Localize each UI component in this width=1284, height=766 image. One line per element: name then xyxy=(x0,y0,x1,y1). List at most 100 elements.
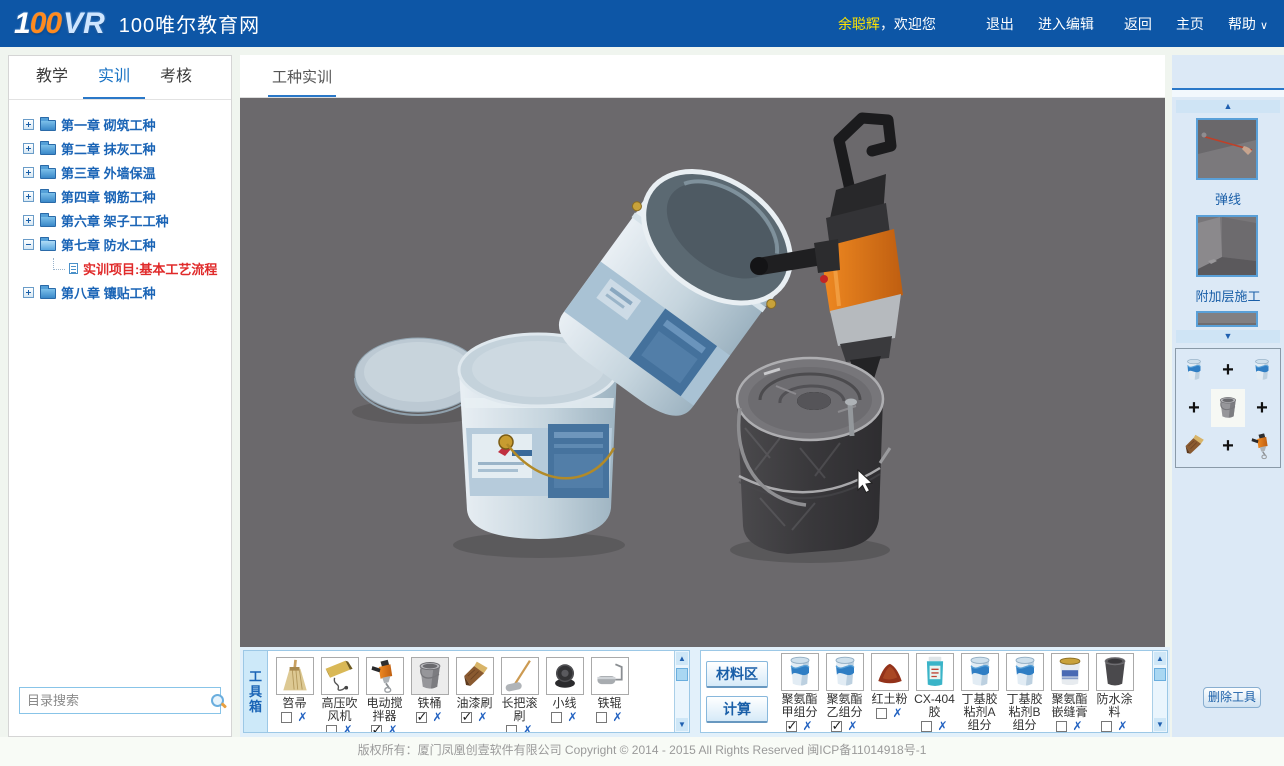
tree-item-chapter2[interactable]: 第二章 抹灰工种 xyxy=(23,136,231,160)
mixer-icon[interactable] xyxy=(366,657,404,695)
tree-item-training-project[interactable]: 实训项目:基本工艺流程 xyxy=(23,256,231,280)
search-icon[interactable] xyxy=(210,693,226,709)
broom-icon[interactable] xyxy=(276,657,314,695)
tool-item-blower: 高压吹风机 ✗ xyxy=(317,653,362,732)
blue-bucket-icon[interactable] xyxy=(1006,653,1044,691)
expand-icon[interactable] xyxy=(23,287,34,298)
remove-icon[interactable]: ✗ xyxy=(432,712,442,723)
scroll-up-arrow[interactable]: ▲ xyxy=(676,652,688,665)
expand-icon[interactable] xyxy=(23,191,34,202)
dark-bucket-icon[interactable] xyxy=(1096,653,1134,691)
steps-up-arrow[interactable]: ▲ xyxy=(1176,100,1280,113)
remove-icon[interactable]: ✗ xyxy=(612,712,622,723)
tree-item-chapter4[interactable]: 第四章 钢筋工种 xyxy=(23,184,231,208)
scroll-thumb[interactable] xyxy=(1154,668,1166,681)
remove-icon[interactable]: ✗ xyxy=(892,708,902,719)
tab-teaching[interactable]: 教学 xyxy=(21,56,83,99)
recipe-bucket-b-icon xyxy=(1245,351,1279,389)
iron-roller-icon[interactable] xyxy=(591,657,629,695)
blue-bucket-icon[interactable] xyxy=(781,653,819,691)
expand-icon[interactable] xyxy=(23,143,34,154)
blue-bucket-icon[interactable] xyxy=(961,653,999,691)
scroll-up-arrow[interactable]: ▲ xyxy=(1154,652,1166,665)
tool-checkbox[interactable] xyxy=(416,712,427,723)
tab-assessment[interactable]: 考核 xyxy=(145,56,207,99)
nav-home[interactable]: 主页 xyxy=(1176,14,1204,34)
remove-icon[interactable]: ✗ xyxy=(297,712,307,723)
material-checkbox[interactable] xyxy=(876,708,887,719)
tab-trade-training[interactable]: 工种实训 xyxy=(268,55,336,97)
mixing-bucket[interactable] xyxy=(737,358,890,554)
recipe-brush-icon xyxy=(1177,427,1211,465)
string-spool-icon[interactable] xyxy=(546,657,584,695)
expand-icon[interactable] xyxy=(23,119,34,130)
material-checkbox[interactable] xyxy=(921,721,932,732)
blower-icon[interactable] xyxy=(321,657,359,695)
sealant-bucket-icon[interactable] xyxy=(1051,653,1089,691)
material-checkbox[interactable] xyxy=(1056,721,1067,732)
material-area-button[interactable]: 材料区 xyxy=(706,661,768,688)
step-label[interactable]: 附加层施工 xyxy=(1172,286,1284,305)
sidebar-collapse-handle[interactable] xyxy=(1172,88,1284,97)
tree-item-chapter3[interactable]: 第三章 外墙保温 xyxy=(23,160,231,184)
tree-item-chapter8[interactable]: 第八章 镶贴工种 xyxy=(23,280,231,304)
remove-icon[interactable]: ✗ xyxy=(387,725,397,733)
step-label[interactable]: 弹线 xyxy=(1172,189,1284,208)
iron-bucket-icon[interactable] xyxy=(411,657,449,695)
long-roller-icon[interactable] xyxy=(501,657,539,695)
nav-help[interactable]: 帮助∨ xyxy=(1228,14,1268,34)
tool-checkbox[interactable] xyxy=(281,712,292,723)
toolbox-scrollbar[interactable]: ▲ ▼ xyxy=(674,651,689,732)
material-checkbox[interactable] xyxy=(786,721,797,732)
red-powder-icon[interactable] xyxy=(871,653,909,691)
remove-icon[interactable]: ✗ xyxy=(1117,721,1127,732)
step-thumbnail-chalk-line[interactable] xyxy=(1196,118,1258,180)
remove-icon[interactable]: ✗ xyxy=(847,721,857,732)
site-title: 100唯尔教育网 xyxy=(119,9,260,38)
expand-icon[interactable] xyxy=(23,239,34,250)
remove-icon[interactable]: ✗ xyxy=(1072,721,1082,732)
material-scrollbar[interactable]: ▲ ▼ xyxy=(1152,651,1167,732)
material-checkbox[interactable] xyxy=(831,721,842,732)
scroll-thumb[interactable] xyxy=(676,668,688,681)
steps-down-arrow[interactable]: ▼ xyxy=(1176,330,1280,343)
tool-checkbox[interactable] xyxy=(326,725,337,733)
tool-checkbox[interactable] xyxy=(461,712,472,723)
glue-jar-icon[interactable] xyxy=(916,653,954,691)
tree-item-chapter1[interactable]: 第一章 砌筑工种 xyxy=(23,112,231,136)
paint-brush-icon[interactable] xyxy=(456,657,494,695)
remove-icon[interactable]: ✗ xyxy=(477,712,487,723)
remove-icon[interactable]: ✗ xyxy=(567,712,577,723)
site-logo[interactable]: 100 VR xyxy=(14,7,105,41)
remove-icon[interactable]: ✗ xyxy=(342,725,352,733)
scroll-down-arrow[interactable]: ▼ xyxy=(1154,718,1166,731)
blue-bucket-icon[interactable] xyxy=(826,653,864,691)
scroll-down-arrow[interactable]: ▼ xyxy=(676,718,688,731)
username[interactable]: 余聪辉 xyxy=(838,14,880,34)
tab-training[interactable]: 实训 xyxy=(83,56,145,99)
step-thumbnail-extra-layer[interactable] xyxy=(1196,215,1258,277)
remove-icon[interactable]: ✗ xyxy=(937,721,947,732)
expand-icon[interactable] xyxy=(23,215,34,226)
tool-checkbox[interactable] xyxy=(371,725,382,733)
nav-enter-edit[interactable]: 进入编辑 xyxy=(1038,14,1094,34)
tool-checkbox[interactable] xyxy=(506,725,517,733)
step-thumbnail-partial[interactable] xyxy=(1196,311,1258,327)
logo-1: 1 xyxy=(14,7,30,40)
expand-icon[interactable] xyxy=(23,167,34,178)
nav-logout[interactable]: 退出 xyxy=(986,14,1014,34)
toolbox-items: 笤帚 ✗ 高压吹风机 ✗ 电动搅拌器 ✗ 铁桶 ✗ 油漆刷 ✗ 长把滚刷 ✗ xyxy=(268,651,674,732)
calculate-button[interactable]: 计算 xyxy=(706,696,768,723)
remove-icon[interactable]: ✗ xyxy=(802,721,812,732)
delete-tool-button[interactable]: 删除工具 xyxy=(1203,687,1261,708)
material-checkbox[interactable] xyxy=(1101,721,1112,732)
tool-checkbox[interactable] xyxy=(551,712,562,723)
tree-item-chapter7[interactable]: 第七章 防水工种 xyxy=(23,232,231,256)
tree-item-chapter6[interactable]: 第六章 架子工工种 xyxy=(23,208,231,232)
search-input[interactable] xyxy=(20,693,210,708)
remove-icon[interactable]: ✗ xyxy=(522,725,532,733)
nav-back[interactable]: 返回 xyxy=(1124,14,1152,34)
3d-viewport[interactable] xyxy=(240,98,1165,647)
material-item-red-clay: 红土粉 ✗ xyxy=(867,653,912,732)
tool-checkbox[interactable] xyxy=(596,712,607,723)
